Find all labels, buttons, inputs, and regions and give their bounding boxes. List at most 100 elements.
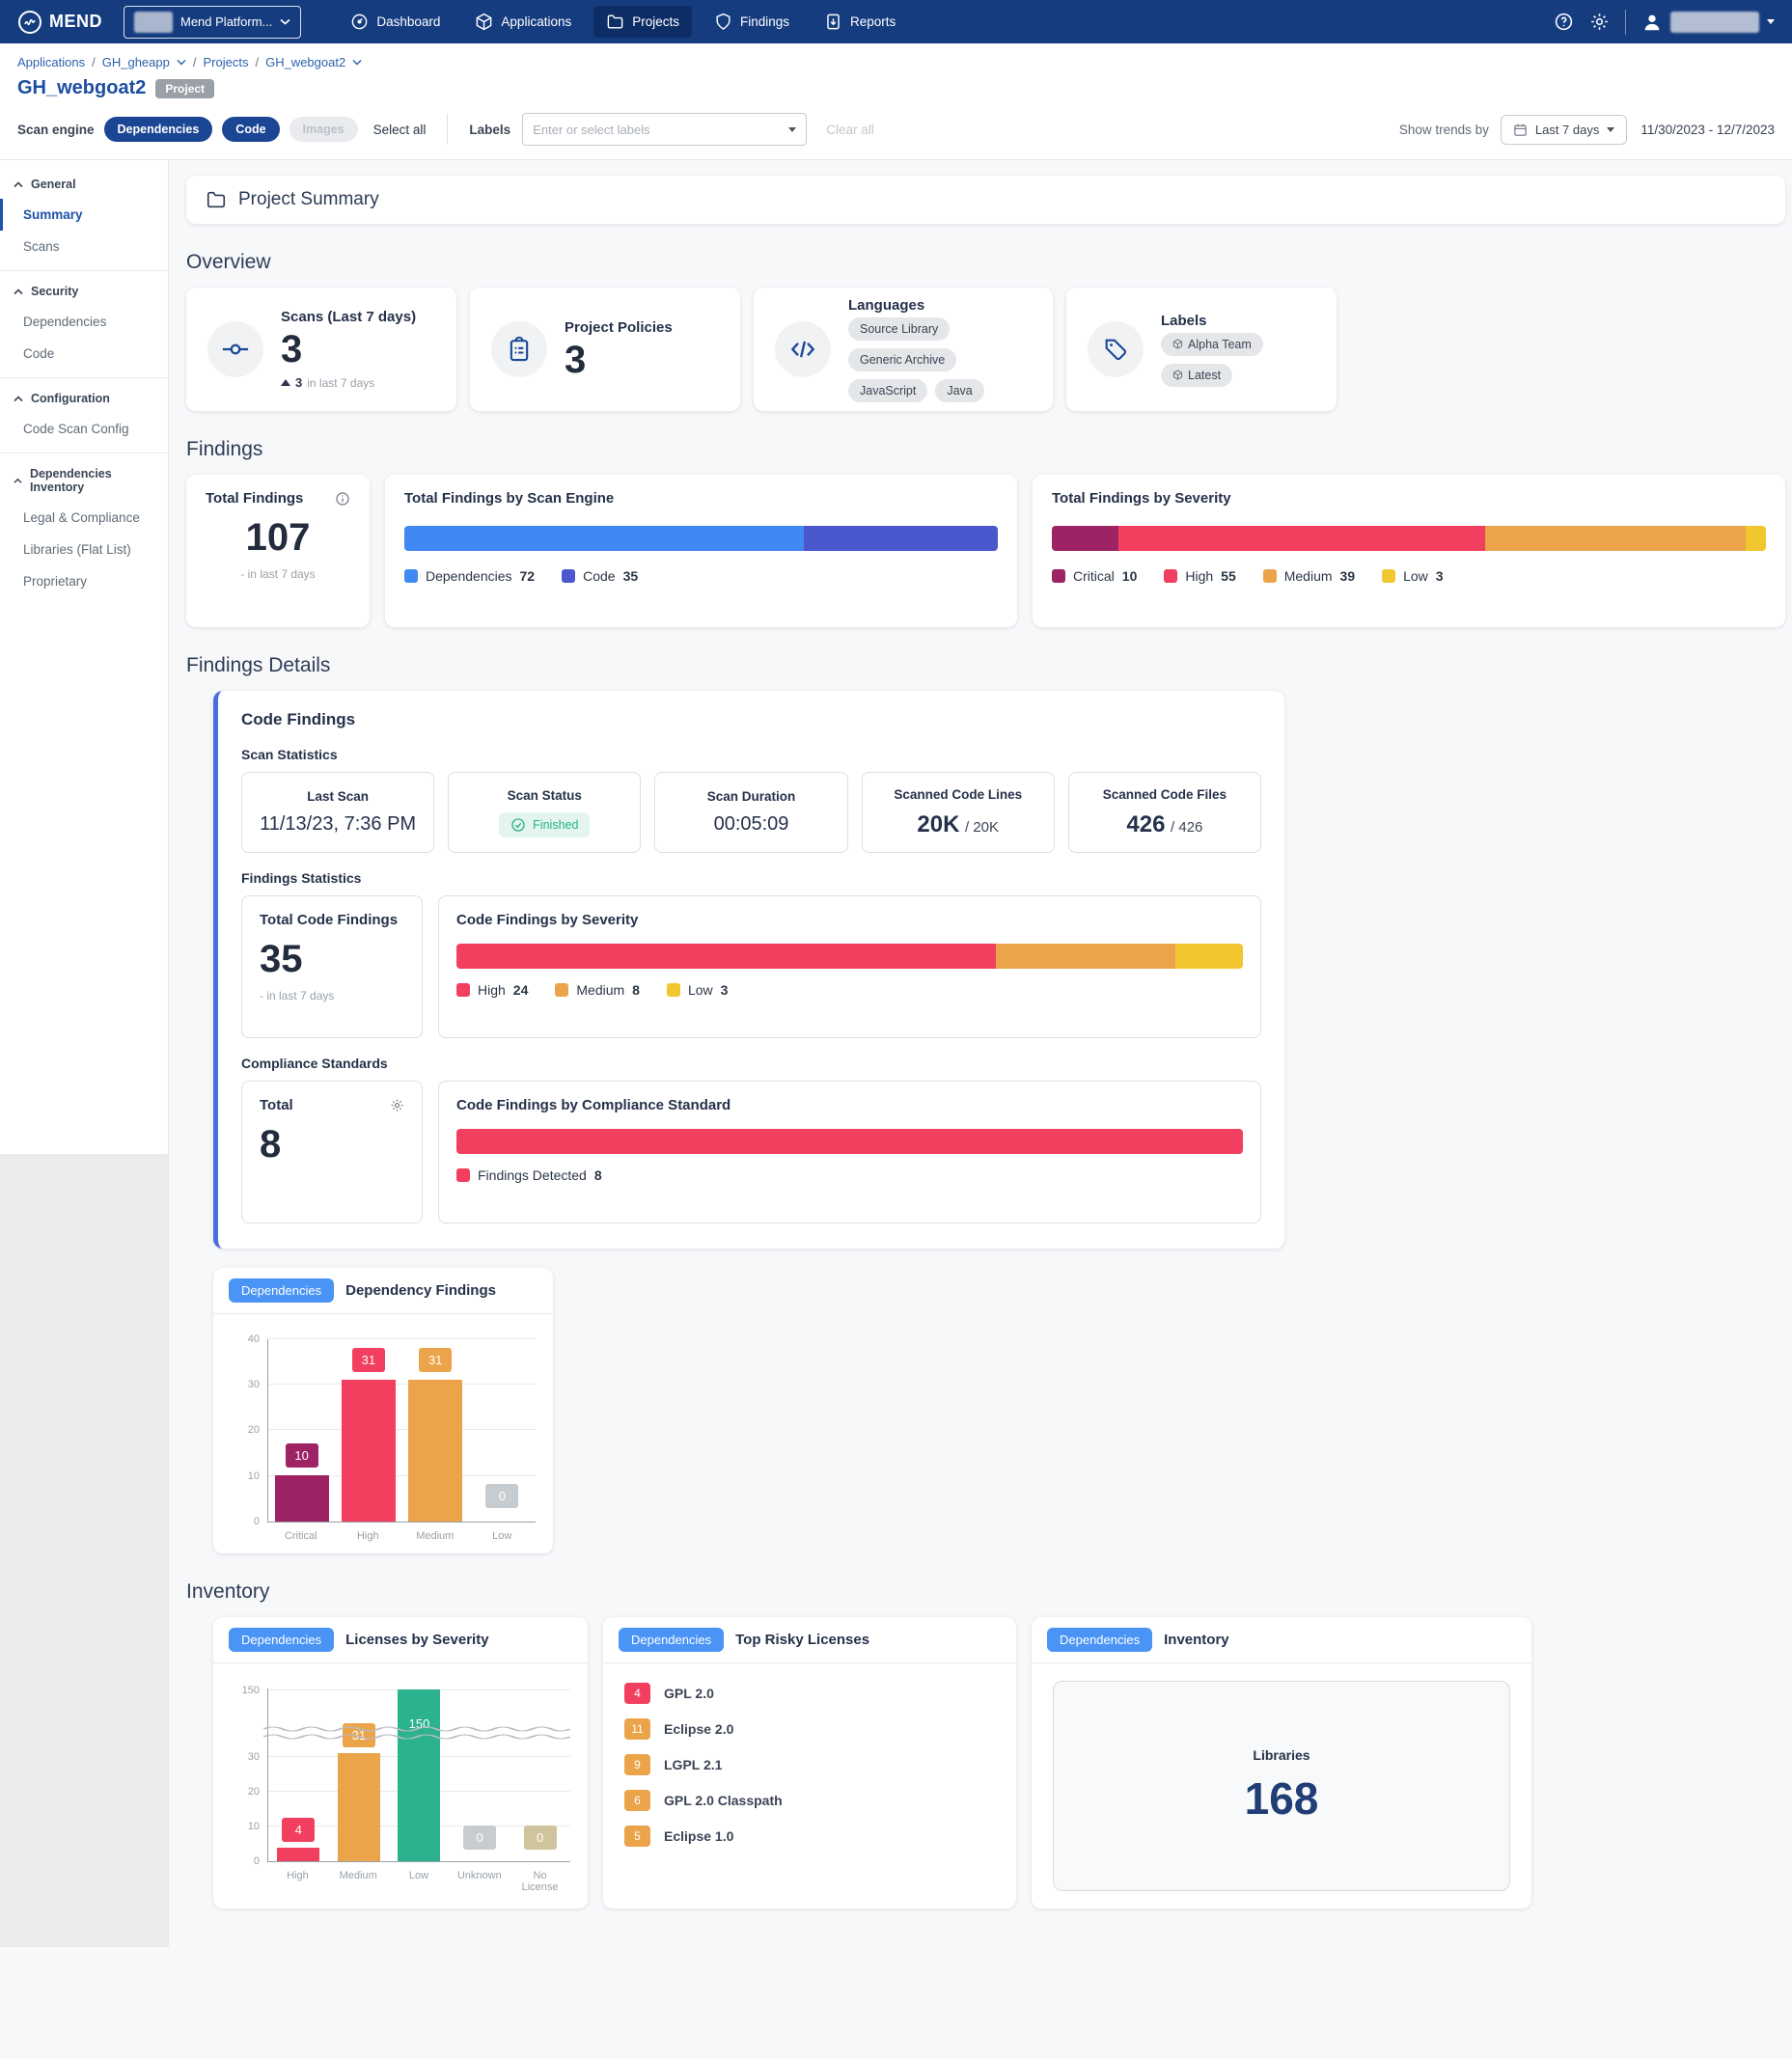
breadcrumb-applications[interactable]: Applications (17, 55, 85, 69)
licenses-by-severity-title: Licenses by Severity (345, 1632, 488, 1648)
bar-value-label: 0 (485, 1484, 518, 1508)
show-trends-by-label: Show trends by (1399, 123, 1489, 137)
bar-value-label: 0 (463, 1826, 496, 1850)
applications-icon (475, 13, 493, 31)
labels-card: Labels Alpha Team Latest (1066, 288, 1337, 411)
legend-item-low: Low3 (1382, 568, 1443, 584)
topbar-right (1554, 10, 1775, 35)
engine-chip-code[interactable]: Code (222, 117, 279, 142)
legend-item-low: Low3 (667, 982, 728, 998)
license-name: GPL 2.0 (664, 1686, 714, 1701)
sidebar-item-code[interactable]: Code (0, 338, 168, 370)
org-selector[interactable]: Mend Platform... (124, 6, 301, 39)
chevron-up-icon (14, 478, 22, 484)
nav-item-dashboard[interactable]: Dashboard (338, 6, 453, 38)
nav-label: Dashboard (376, 14, 440, 29)
tag-icon (1088, 321, 1144, 377)
y-tick: 40 (248, 1333, 260, 1345)
info-icon[interactable] (335, 491, 350, 507)
language-chip: JavaScript (848, 379, 927, 402)
nav-item-findings[interactable]: Findings (702, 6, 802, 38)
nav-item-reports[interactable]: Reports (812, 6, 908, 38)
breadcrumb-application[interactable]: GH_gheapp (102, 55, 170, 69)
scanned-code-files-card: Scanned Code Files 426 / 426 (1068, 772, 1261, 853)
nav-item-applications[interactable]: Applications (462, 6, 584, 38)
breadcrumb-separator: / (255, 55, 259, 69)
sidebar-section-header-configuration[interactable]: Configuration (0, 382, 168, 413)
mend-logo[interactable]: MEND (17, 10, 102, 35)
bar-low: 0 (475, 1339, 529, 1522)
user-menu[interactable] (1641, 12, 1775, 33)
page-header: Applications / GH_gheapp / Projects / GH… (0, 43, 1792, 160)
legend-item-code: Code35 (562, 568, 638, 584)
findings-section-title: Findings (186, 438, 1785, 461)
compliance-legend: Findings Detected8 (456, 1167, 1243, 1183)
labels-card-title: Labels (1161, 313, 1315, 329)
breadcrumb-project[interactable]: GH_webgoat2 (265, 55, 345, 69)
scans-card: Scans (Last 7 days) 3 3 in last 7 days (186, 288, 456, 411)
delta-value: 3 (295, 375, 302, 390)
by-severity-title: Total Findings by Severity (1052, 490, 1766, 507)
engine-chip-dependencies[interactable]: Dependencies (104, 117, 213, 142)
dependency-findings-title: Dependency Findings (345, 1282, 496, 1299)
bar-value-label: 10 (286, 1443, 318, 1468)
labels-select[interactable] (522, 113, 807, 146)
user-avatar-icon (1641, 12, 1663, 33)
trend-up-icon (281, 379, 290, 386)
project-summary-title: Project Summary (238, 189, 379, 210)
help-icon[interactable] (1554, 12, 1574, 32)
chevron-down-icon[interactable] (352, 59, 362, 66)
sidebar-section-header-dependencies-inventory[interactable]: Dependencies Inventory (0, 457, 168, 502)
sidebar-item-legal-compliance[interactable]: Legal & Compliance (0, 502, 168, 534)
chevron-down-icon (1767, 19, 1775, 24)
check-circle-icon (510, 817, 526, 833)
scan-status-value: Finished (533, 818, 578, 832)
license-count-badge: 9 (624, 1754, 650, 1775)
total-code-findings-card: Total Code Findings 35 - in last 7 days (241, 895, 423, 1038)
list-item: 4 GPL 2.0 (624, 1683, 995, 1704)
bar-value-label: 31 (419, 1348, 452, 1372)
license-name: Eclipse 1.0 (664, 1828, 733, 1844)
sidebar-item-libraries-flat-list[interactable]: Libraries (Flat List) (0, 534, 168, 565)
sidebar-section-security: Security Dependencies Code (0, 270, 168, 377)
dashboard-icon (350, 13, 369, 31)
settings-gear-icon[interactable] (1589, 12, 1610, 32)
scan-statistics-cards: Last Scan 11/13/23, 7:36 PM Scan Status … (241, 772, 1261, 853)
x-label: High (337, 1530, 399, 1542)
chevron-down-icon[interactable] (788, 127, 796, 132)
chevron-down-icon[interactable] (177, 59, 186, 66)
scanned-code-files-label: Scanned Code Files (1103, 787, 1227, 802)
labels-input[interactable] (533, 123, 788, 137)
clear-all-link[interactable]: Clear all (826, 123, 874, 137)
sidebar-section-header-security[interactable]: Security (0, 275, 168, 306)
scan-status-card: Scan Status Finished (448, 772, 641, 853)
sidebar-item-code-scan-config[interactable]: Code Scan Config (0, 413, 168, 445)
breadcrumb-projects[interactable]: Projects (203, 55, 248, 69)
gear-icon[interactable] (390, 1098, 404, 1112)
sidebar-item-summary[interactable]: Summary (0, 199, 168, 231)
sidebar-item-dependencies[interactable]: Dependencies (0, 306, 168, 338)
code-findings-severity-bar (456, 944, 1243, 969)
select-all-link[interactable]: Select all (373, 123, 427, 137)
last-scan-card: Last Scan 11/13/23, 7:36 PM (241, 772, 434, 853)
sidebar-section-header-general[interactable]: General (0, 168, 168, 199)
sidebar-item-proprietary[interactable]: Proprietary (0, 565, 168, 597)
license-count-badge: 11 (624, 1718, 650, 1740)
engine-chip-images[interactable]: Images (289, 117, 358, 142)
y-tick: 150 (242, 1685, 260, 1696)
legend-item-findings-detected: Findings Detected8 (456, 1167, 602, 1183)
scanned-code-files-value: 426 / 426 (1126, 811, 1202, 838)
inventory-section-title: Inventory (186, 1580, 1785, 1604)
bar-segment-findings-detected (456, 1129, 1243, 1154)
y-tick: 20 (248, 1786, 260, 1798)
code-findings-severity-legend: High24 Medium8 Low3 (456, 982, 1243, 998)
scanned-code-lines-card: Scanned Code Lines 20K / 20K (862, 772, 1055, 853)
y-tick: 30 (248, 1751, 260, 1763)
total-findings-note: - in last 7 days (206, 567, 350, 581)
scan-status-label: Scan Status (508, 788, 582, 803)
sidebar-item-scans[interactable]: Scans (0, 231, 168, 262)
nav-item-projects[interactable]: Projects (593, 6, 692, 38)
nav-label: Reports (850, 14, 896, 29)
by-engine-legend: Dependencies72 Code35 (404, 568, 998, 584)
trend-period-button[interactable]: Last 7 days (1501, 115, 1628, 145)
